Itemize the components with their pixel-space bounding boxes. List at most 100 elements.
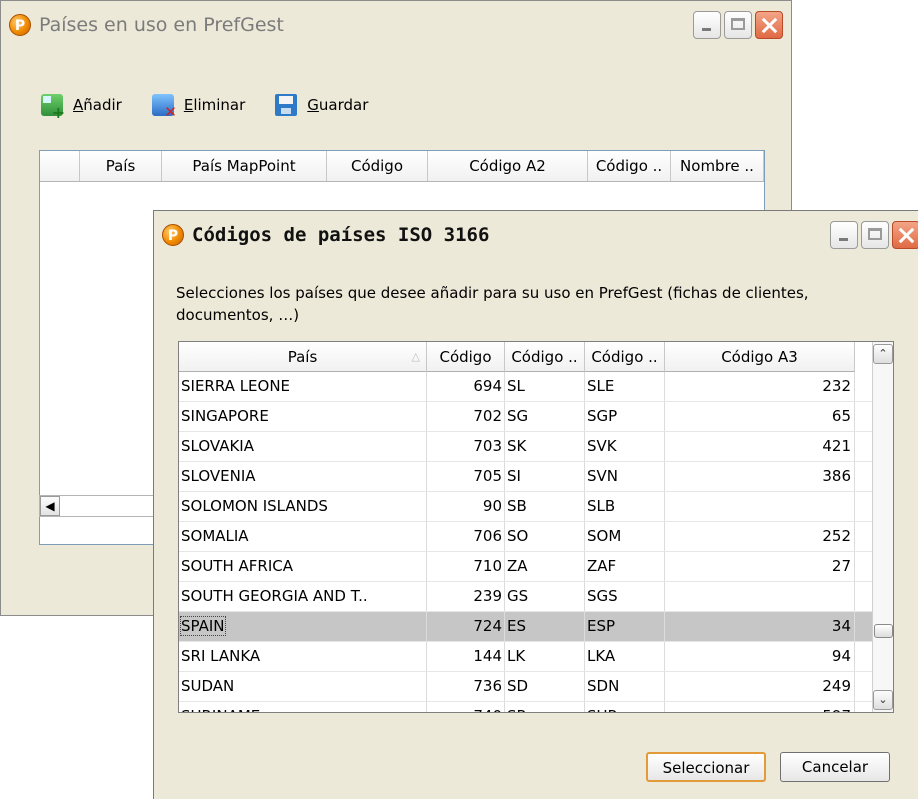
cell-code-a2: SI (505, 462, 585, 491)
cell-code-a3-letters-value: SVK (587, 437, 617, 455)
grid-header: País País MapPoint Código Código A2 Códi… (40, 151, 764, 182)
dialog-titlebar[interactable]: P Códigos de países ISO 3166 (154, 211, 918, 259)
cell-code-a3-letters: LKA (585, 642, 665, 671)
scrollbar-thumb[interactable] (874, 624, 893, 638)
column-header-code-a3[interactable]: Código A3 (665, 342, 855, 372)
cell-code-a3-value: 94 (831, 647, 851, 665)
column-header-code[interactable]: Código (427, 342, 505, 372)
iso-codes-dialog[interactable]: P Códigos de países ISO 3166 Selecciones… (153, 210, 918, 799)
select-button[interactable]: Seleccionar (646, 752, 766, 782)
column-header-code-a3-letters[interactable]: Código .. (585, 342, 665, 372)
save-button[interactable]: Guardar (275, 94, 368, 116)
cell-code-value: 239 (473, 587, 502, 605)
cell-code-a3-value: 27 (831, 557, 851, 575)
countries-list[interactable]: País △ Código Código .. Código .. Código… (178, 341, 894, 713)
table-row[interactable]: SLOVAKIA 703 SK SVK 421 (179, 432, 893, 462)
grid-header-name[interactable]: Nombre .. (671, 151, 764, 181)
cell-code-a2-value: SK (507, 437, 527, 455)
scroll-left-icon[interactable]: ◀ (40, 496, 60, 516)
cell-code-a3-value: 65 (831, 407, 851, 425)
cancel-button[interactable]: Cancelar (780, 752, 890, 782)
cell-code: 710 (427, 552, 505, 581)
grid-header-country[interactable]: País (80, 151, 162, 181)
cell-code-a2: SB (505, 492, 585, 521)
cell-code-a3-value: 249 (822, 677, 851, 695)
cell-code-a2-value: SI (507, 467, 521, 485)
maximize-icon[interactable] (724, 11, 752, 39)
list-body: SIERRA LEONE 694 SL SLE 232 SINGAPORE 702 SG SGP… (179, 372, 893, 712)
cell-code-a2: ES (505, 612, 585, 641)
cell-code-a2-value: LK (507, 647, 526, 665)
cell-code-a2-value: SD (507, 677, 529, 695)
cell-code: 703 (427, 432, 505, 461)
cell-code-a2: SR (505, 702, 585, 712)
cell-code-value: 90 (482, 497, 502, 515)
table-row[interactable]: SURINAME 740 SR SUR 597 (179, 702, 893, 712)
cell-code-a3: 252 (665, 522, 855, 551)
cell-code-a3-letters-value: SLB (587, 497, 616, 515)
grid-header-mappoint[interactable]: País MapPoint (162, 151, 327, 181)
table-row[interactable]: SUDAN 736 SD SDN 249 (179, 672, 893, 702)
minimize-icon[interactable] (693, 11, 721, 39)
grid-header-code-x[interactable]: Código .. (588, 151, 671, 181)
cell-code-a2-value: SR (507, 707, 527, 712)
save-icon (275, 94, 298, 116)
delete-button[interactable]: Eliminar (151, 94, 245, 121)
cell-code-value: 710 (473, 557, 502, 575)
maximize-icon[interactable] (861, 221, 889, 249)
table-row[interactable]: SLOVENIA 705 SI SVN 386 (179, 462, 893, 492)
vertical-scrollbar[interactable]: ⌃ ⌄ (872, 342, 893, 712)
cell-country: SUDAN (179, 672, 427, 701)
add-button[interactable]: Añadir (41, 94, 122, 122)
cell-code: 724 (427, 612, 505, 641)
cell-code-a3: 421 (665, 432, 855, 461)
table-row[interactable]: SINGAPORE 702 SG SGP 65 (179, 402, 893, 432)
column-header-code-a2[interactable]: Código .. (505, 342, 585, 372)
cell-country: SOUTH GEORGIA AND T.. (179, 582, 427, 611)
cell-country: SRI LANKA (179, 642, 427, 671)
minimize-icon[interactable] (830, 221, 858, 249)
cell-country-value: SOMALIA (181, 527, 249, 545)
table-row[interactable]: SOUTH AFRICA 710 ZA ZAF 27 (179, 552, 893, 582)
grid-header-code[interactable]: Código (327, 151, 428, 181)
cell-code: 706 (427, 522, 505, 551)
cell-country: SOUTH AFRICA (179, 552, 427, 581)
cell-code: 144 (427, 642, 505, 671)
table-row[interactable]: SRI LANKA 144 LK LKA 94 (179, 642, 893, 672)
cell-code-a3: 232 (665, 372, 855, 401)
table-row[interactable]: SIERRA LEONE 694 SL SLE 232 (179, 372, 893, 402)
app-logo-icon: P (9, 14, 31, 36)
cell-country-value: SLOVENIA (181, 467, 256, 485)
column-header-country[interactable]: País △ (179, 342, 427, 372)
table-row[interactable]: SPAIN 724 ES ESP 34 (179, 612, 893, 642)
scroll-down-icon[interactable]: ⌄ (873, 690, 893, 710)
close-icon[interactable] (892, 221, 918, 249)
cell-code-value: 724 (473, 617, 502, 635)
cell-code-a3-letters-value: SUR (587, 707, 618, 712)
scroll-up-icon[interactable]: ⌃ (873, 344, 893, 364)
close-icon[interactable] (755, 11, 783, 39)
horizontal-scrollbar[interactable]: ◀ (39, 495, 171, 517)
table-row[interactable]: SOLOMON ISLANDS 90 SB SLB (179, 492, 893, 522)
cell-code-a2-value: SG (507, 407, 529, 425)
save-button-label: Guardar (307, 96, 369, 114)
sort-ascending-icon: △ (411, 350, 420, 363)
cell-code-a2: SG (505, 402, 585, 431)
add-button-label: Añadir (73, 96, 122, 114)
grid-header-selector (40, 151, 80, 181)
cell-code-a3-letters-value: SDN (587, 677, 620, 695)
instructions-text: Selecciones los países que desee añadir … (176, 284, 809, 324)
cell-code-a2-value: SO (507, 527, 529, 545)
cell-country: SLOVAKIA (179, 432, 427, 461)
dialog-title: Códigos de países ISO 3166 (192, 224, 490, 246)
column-header-country-label: País (287, 348, 318, 366)
cell-code-a3-letters: SOM (585, 522, 665, 551)
titlebar[interactable]: P Países en uso en PrefGest (1, 1, 791, 49)
table-row[interactable]: SOMALIA 706 SO SOM 252 (179, 522, 893, 552)
cell-code-a3: 94 (665, 642, 855, 671)
table-row[interactable]: SOUTH GEORGIA AND T.. 239 GS SGS (179, 582, 893, 612)
grid-header-code-a2[interactable]: Código A2 (428, 151, 588, 181)
cell-code-a3 (665, 582, 855, 611)
cell-code-a3-letters-value: ESP (587, 617, 616, 635)
cell-code: 705 (427, 462, 505, 491)
